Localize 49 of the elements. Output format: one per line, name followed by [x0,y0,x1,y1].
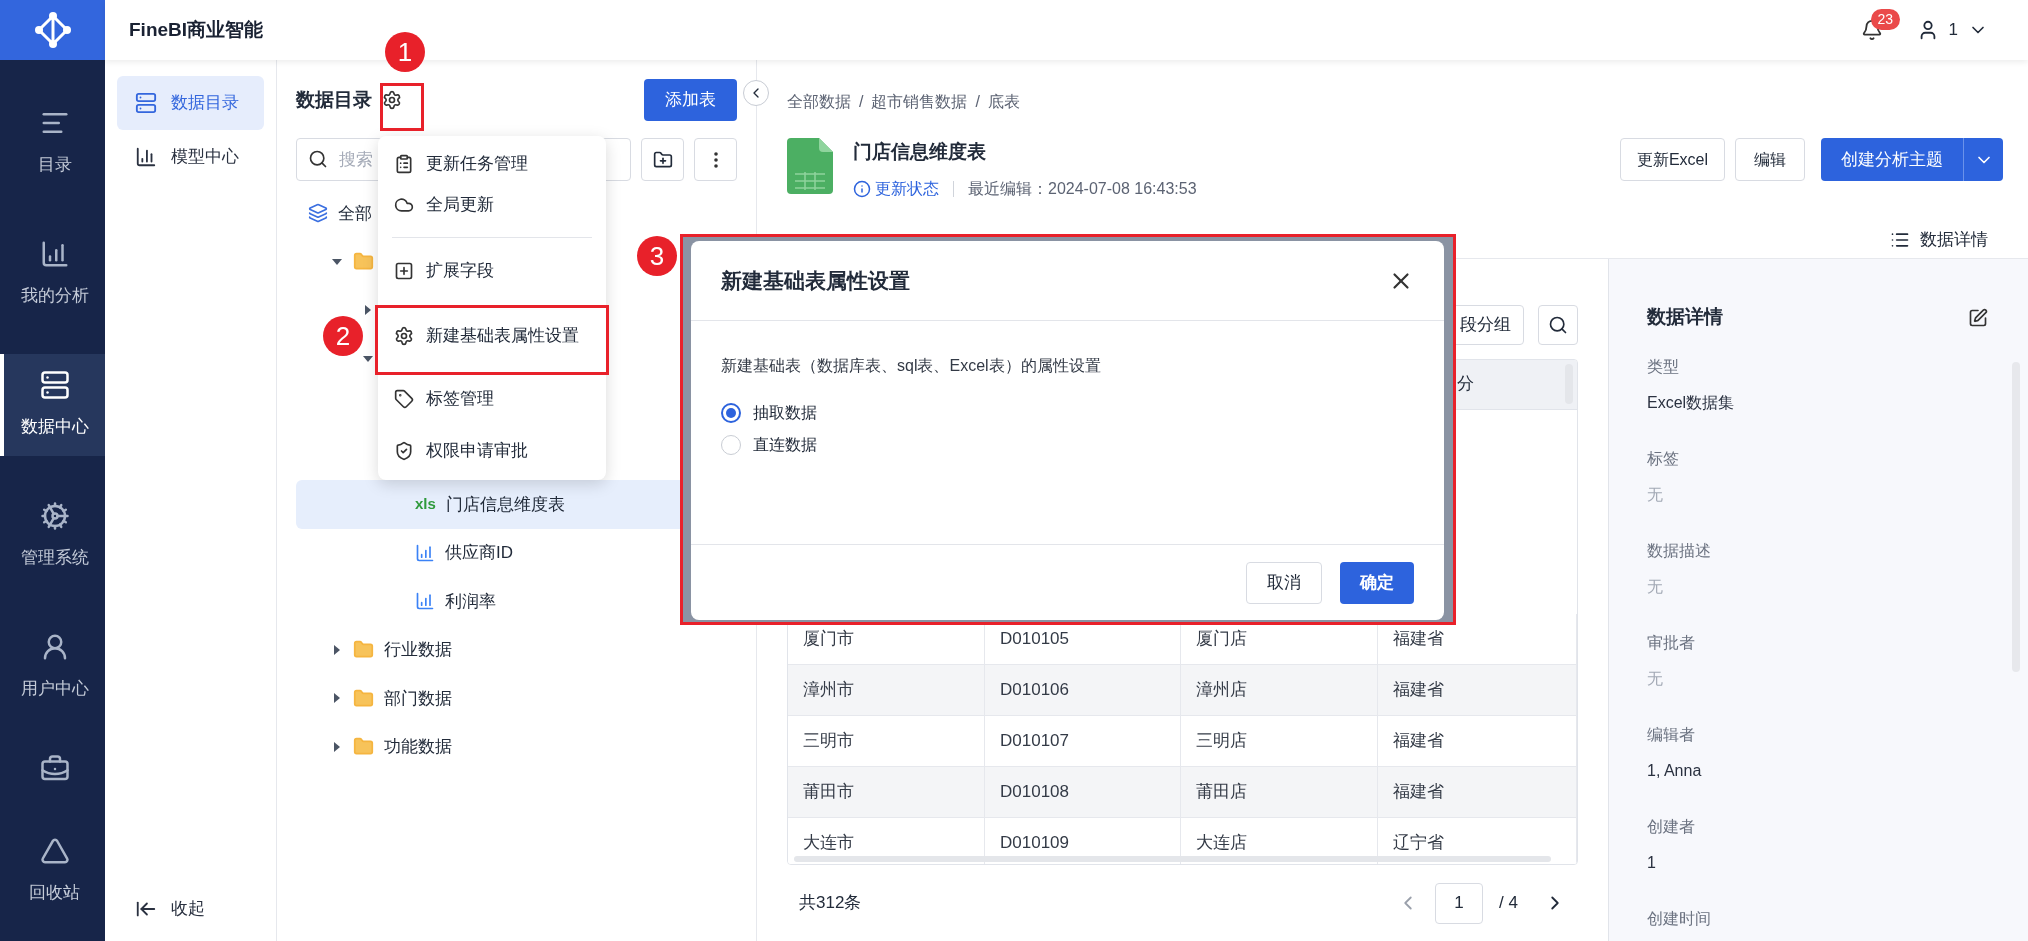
table-cell: D010106 [985,664,1181,715]
table-cell: 莆田店 [1181,766,1378,817]
field-label: 类型 [1647,356,1680,377]
field-label: 审批者 [1647,632,1696,653]
dataset-title: 门店信息维度表 [853,140,987,164]
callout-number: 3 [637,236,677,276]
tree-label: 门店信息维度表 [445,493,565,516]
tree-label: 行业数据 [384,639,452,661]
tree-label: 利润率 [445,590,496,613]
breadcrumb-separator: / [975,92,980,112]
total-count: 共312条 [799,892,862,915]
table-cell: 漳州市 [788,664,985,715]
last-edited-text: 最近编辑：2024-07-08 16:43:53 [968,178,1197,199]
page-count: / 4 [1499,892,1518,915]
field-label: 创建者 [1647,816,1696,837]
field-label: 数据描述 [1647,540,1712,561]
app-title: FineBI商业智能 [129,17,264,42]
catalog-title: 数据目录 [296,87,372,112]
column-header: 分 [1456,373,1475,396]
field-value: 无 [1647,668,1664,689]
callout-number: 2 [323,316,363,356]
table-cell: 三明店 [1181,715,1378,766]
table-cell: 福建省 [1378,766,1577,817]
table-cell: D010107 [985,715,1181,766]
file-type-label: xls [415,494,436,514]
breadcrumb-separator: / [859,92,864,112]
dialog-title: 新建基础表属性设置 [721,267,910,294]
table-cell: 漳州店 [1181,664,1378,715]
table-cell: 福建省 [1378,715,1577,766]
field-value: 1 [1647,852,1657,873]
tree-label: 部门数据 [384,687,452,710]
dialog-description: 新建基础表（数据库表、sql表、Excel表）的属性设置 [721,357,1101,374]
details-title: 数据详情 [1647,305,1723,330]
tree-label: 功能数据 [384,736,452,758]
field-value: Excel数据集 [1647,392,1736,413]
table-cell: 三明市 [788,715,985,766]
notification-badge: 23 [1870,9,1901,30]
field-value: 无 [1647,484,1664,505]
callout-number: 1 [385,32,425,72]
field-label: 创建时间 [1647,908,1712,929]
table-cell: D010108 [985,766,1181,817]
field-value: 1, Anna [1647,760,1703,781]
field-label: 编辑者 [1647,724,1696,745]
field-value: 无 [1647,576,1664,597]
tree-label: 全部 [338,202,372,225]
tree-label: 供应商ID [445,542,513,564]
table-cell: 福建省 [1378,664,1577,715]
table-cell: 莆田市 [788,766,985,817]
field-label: 标签 [1647,448,1680,469]
